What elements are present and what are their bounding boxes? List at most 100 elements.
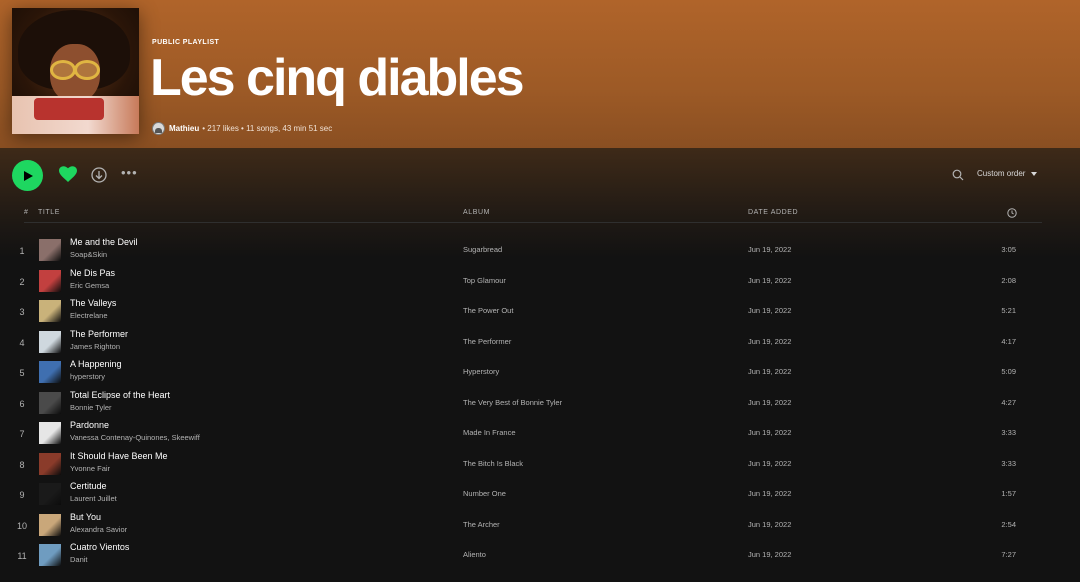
- track-date-added: Jun 19, 2022: [748, 367, 792, 376]
- track-album-art: [39, 330, 61, 353]
- play-button[interactable]: [12, 160, 43, 191]
- track-album[interactable]: Made In France: [463, 428, 516, 437]
- track-row[interactable]: 2 Ne Dis Pas Eric Gemsa Top Glamour Jun 19, …: [0, 268, 1080, 298]
- track-number: 3: [19, 307, 25, 317]
- track-album[interactable]: Hyperstory: [463, 367, 499, 376]
- track-number: 9: [19, 490, 25, 500]
- track-date-added: Jun 19, 2022: [748, 397, 792, 407]
- sort-dropdown[interactable]: Custom order: [977, 169, 1038, 178]
- track-date-added: Jun 19, 2022: [748, 428, 792, 437]
- track-album[interactable]: Aliento: [463, 550, 486, 559]
- track-date-added: Jun 19, 2022: [748, 336, 792, 346]
- track-album-art: [39, 544, 61, 566]
- clock-icon[interactable]: [1007, 208, 1017, 218]
- track-artist[interactable]: Bonnie Tyler: [70, 403, 112, 412]
- track-album-art: [39, 300, 61, 322]
- track-row[interactable]: 9 Certitude Laurent Juillet Number One Jun 1…: [0, 481, 1080, 511]
- header-divider: [24, 222, 1042, 223]
- track-artist[interactable]: Yvonne Fair: [70, 464, 110, 473]
- sort-label: Custom order: [977, 169, 1026, 178]
- track-title[interactable]: A Happening: [70, 359, 122, 369]
- column-header-date-added[interactable]: DATE ADDED: [748, 209, 798, 216]
- track-title[interactable]: Certitude: [70, 481, 107, 491]
- heart-icon[interactable]: [59, 166, 77, 183]
- track-album-art: [39, 391, 61, 414]
- track-date-added: Jun 19, 2022: [748, 519, 792, 529]
- track-row[interactable]: 10 But You Alexandra Savior The Archer Jun 1…: [0, 512, 1080, 542]
- track-album-art: [39, 452, 61, 475]
- track-date-added: Jun 19, 2022: [748, 275, 792, 285]
- track-title[interactable]: The Performer: [70, 329, 128, 339]
- track-row[interactable]: 1 Me and the Devil Soap&Skin Sugarbread Jun …: [0, 237, 1080, 267]
- playlist-details: • 217 likes • 11 songs, 43 min 51 sec: [202, 124, 333, 133]
- track-artist[interactable]: James Righton: [70, 342, 120, 351]
- track-duration: 5:09: [1001, 367, 1016, 376]
- column-header-title[interactable]: TITLE: [38, 209, 60, 216]
- search-icon[interactable]: [952, 169, 964, 181]
- track-date-added: Jun 19, 2022: [748, 458, 792, 468]
- track-title[interactable]: But You: [70, 512, 101, 522]
- track-artist[interactable]: Vanessa Contenay-Quinones, Skeewiff: [70, 433, 200, 442]
- playlist-meta: Mathieu • 217 likes • 11 songs, 43 min 5…: [152, 122, 335, 135]
- caret-down-icon: [1031, 171, 1038, 176]
- track-number: 4: [19, 337, 25, 348]
- track-date-added: Jun 19, 2022: [748, 245, 792, 254]
- track-date-added: Jun 19, 2022: [748, 306, 792, 315]
- track-row[interactable]: 11 Cuatro Vientos Danit Aliento Jun 19, 2022…: [0, 542, 1080, 572]
- track-album[interactable]: Top Glamour: [463, 276, 506, 285]
- track-duration: 4:27: [1001, 397, 1016, 407]
- play-icon: [23, 170, 33, 181]
- download-icon[interactable]: [91, 167, 107, 183]
- column-header-album[interactable]: ALBUM: [463, 209, 490, 216]
- track-title[interactable]: Cuatro Vientos: [70, 542, 129, 552]
- track-album[interactable]: The Very Best of Bonnie Tyler: [463, 398, 562, 407]
- track-row[interactable]: 4 The Performer James Righton The Performer…: [0, 329, 1080, 359]
- track-artist[interactable]: Electrelane: [70, 311, 108, 320]
- track-date-added: Jun 19, 2022: [748, 489, 792, 498]
- track-album[interactable]: Sugarbread: [463, 245, 502, 254]
- track-artist[interactable]: Soap&Skin: [70, 250, 107, 259]
- playlist-title: Les cinq diables: [150, 49, 525, 107]
- owner-avatar[interactable]: [152, 122, 165, 135]
- track-row[interactable]: 6 Total Eclipse of the Heart Bonnie Tyler T…: [0, 390, 1080, 420]
- track-album-art: [39, 422, 61, 444]
- column-header-number: #: [24, 209, 29, 216]
- track-title[interactable]: Ne Dis Pas: [70, 268, 115, 278]
- track-number: 11: [17, 551, 27, 561]
- track-album[interactable]: The Power Out: [463, 306, 513, 315]
- more-options-icon[interactable]: •••: [121, 166, 138, 180]
- track-album-art: [39, 269, 61, 292]
- track-artist[interactable]: hyperstory: [70, 372, 105, 381]
- track-duration: 3:33: [1001, 458, 1016, 468]
- track-row[interactable]: 3 The Valleys Electrelane The Power Out Jun …: [0, 298, 1080, 328]
- track-title[interactable]: Pardonne: [70, 420, 109, 430]
- track-title[interactable]: It Should Have Been Me: [70, 451, 168, 461]
- track-album-art: [39, 239, 61, 261]
- track-duration: 3:33: [1001, 428, 1016, 437]
- track-album[interactable]: The Archer: [463, 520, 500, 529]
- track-artist[interactable]: Alexandra Savior: [70, 525, 127, 534]
- playlist-type-label: PUBLIC PLAYLIST: [152, 39, 220, 46]
- track-number: 1: [19, 246, 25, 256]
- track-album[interactable]: The Bitch Is Black: [463, 459, 523, 468]
- track-duration: 4:17: [1001, 336, 1016, 346]
- track-row[interactable]: 7 Pardonne Vanessa Contenay-Quinones, Skee…: [0, 420, 1080, 450]
- track-row[interactable]: 8 It Should Have Been Me Yvonne Fair The Bi…: [0, 451, 1080, 481]
- track-title[interactable]: The Valleys: [70, 298, 116, 308]
- track-date-added: Jun 19, 2022: [748, 550, 792, 559]
- playlist-header: PUBLIC PLAYLIST Les cinq diables Mathieu…: [0, 0, 1080, 148]
- track-number: 8: [19, 459, 25, 470]
- track-artist[interactable]: Eric Gemsa: [70, 281, 109, 290]
- track-duration: 2:54: [1001, 519, 1016, 529]
- track-album[interactable]: Number One: [463, 489, 506, 498]
- track-album[interactable]: The Performer: [463, 337, 511, 346]
- track-artist[interactable]: Danit: [70, 555, 88, 564]
- track-title[interactable]: Me and the Devil: [70, 237, 138, 247]
- track-row[interactable]: 5 A Happening hyperstory Hyperstory Jun 19, …: [0, 359, 1080, 389]
- track-album-art: [39, 483, 61, 505]
- track-duration: 2:08: [1001, 275, 1016, 285]
- track-number: 10: [16, 520, 27, 531]
- track-title[interactable]: Total Eclipse of the Heart: [70, 390, 170, 400]
- owner-link[interactable]: Mathieu: [169, 124, 199, 133]
- track-artist[interactable]: Laurent Juillet: [70, 494, 117, 503]
